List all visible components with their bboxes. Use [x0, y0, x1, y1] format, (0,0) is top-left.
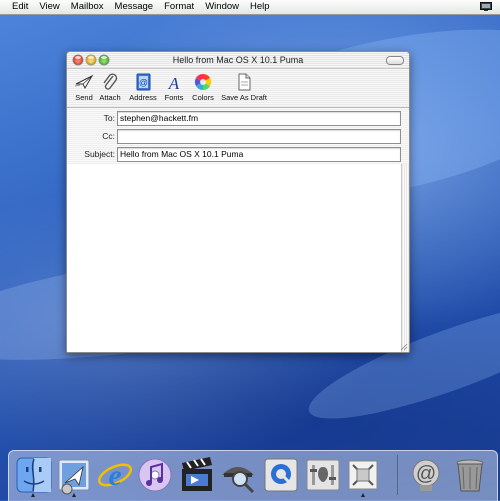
save-as-draft-label: Save As Draft [221, 93, 267, 102]
close-button[interactable] [73, 55, 83, 65]
fonts-button[interactable]: A Fonts [163, 72, 185, 102]
internet-explorer-dock-item[interactable]: e [95, 455, 135, 495]
attach-label: Attach [99, 93, 121, 102]
display-icon[interactable] [480, 2, 492, 11]
send-label: Send [75, 93, 93, 102]
save-as-draft-button[interactable]: Save As Draft [220, 72, 268, 102]
mail-dock-item[interactable] [55, 455, 95, 495]
url-at-icon: @ [412, 459, 440, 491]
menu-window[interactable]: Window [200, 0, 245, 14]
quicktime-icon [264, 458, 298, 492]
address-book-icon: @ [136, 73, 151, 91]
app-running-indicator [361, 493, 365, 497]
attach-button[interactable]: Attach [97, 72, 123, 102]
subject-field[interactable]: Hello from Mac OS X 10.1 Puma [117, 147, 401, 162]
document-icon [238, 73, 251, 91]
colors-button[interactable]: Colors [190, 72, 216, 102]
window-titlebar[interactable]: Hello from Mac OS X 10.1 Puma [67, 52, 409, 69]
zoom-button[interactable] [99, 55, 109, 65]
fonts-label: Fonts [164, 93, 184, 102]
vertical-scrollbar[interactable] [401, 164, 409, 352]
trash-icon [456, 459, 484, 492]
menu-edit[interactable]: Edit [0, 0, 34, 14]
menu-message[interactable]: Message [109, 0, 159, 14]
menu-help[interactable]: Help [245, 0, 276, 14]
menu-view[interactable]: View [34, 0, 65, 14]
to-row: To: stephen@hackett.fm [67, 110, 409, 127]
finder-running-indicator [31, 493, 35, 497]
compose-window: Hello from Mac OS X 10.1 Puma Send Attac… [66, 51, 410, 353]
system-preferences-icon [306, 459, 340, 491]
colors-label: Colors [192, 93, 214, 102]
to-field[interactable]: stephen@hackett.fm [117, 111, 401, 126]
svg-text:@: @ [416, 463, 436, 485]
color-wheel-icon [194, 73, 212, 91]
mail-icon [58, 459, 90, 495]
compose-toolbar: Send Attach @ Address A Fonts Colors Sav… [67, 69, 409, 108]
subject-row: Subject: Hello from Mac OS X 10.1 Puma [67, 146, 409, 163]
message-headers: To: stephen@hackett.fm Cc: Subject: Hell… [67, 108, 409, 166]
app-icon [348, 460, 378, 490]
finder-dock-item[interactable] [14, 455, 54, 495]
trash-dock-item[interactable] [450, 455, 490, 495]
address-button[interactable]: @ Address [127, 72, 159, 102]
imovie-icon [182, 457, 212, 491]
finder-icon [16, 457, 52, 493]
quicktime-dock-item[interactable] [261, 455, 301, 495]
itunes-icon [138, 458, 172, 492]
resize-grip-icon[interactable] [400, 343, 408, 351]
to-label: To: [103, 113, 115, 123]
url-at-dock-item[interactable]: @ [406, 455, 446, 495]
menu-bar: Edit View Mailbox Message Format Window … [0, 0, 500, 15]
menu-format[interactable]: Format [159, 0, 200, 14]
svg-text:A: A [168, 74, 180, 92]
cc-label: Cc: [102, 131, 115, 141]
window-title: Hello from Mac OS X 10.1 Puma [172, 55, 304, 65]
cc-row: Cc: [67, 128, 409, 145]
app-dock-item[interactable] [343, 455, 383, 495]
paperclip-icon [103, 73, 118, 90]
sherlock-icon [222, 467, 255, 494]
dock-separator [397, 455, 398, 495]
system-preferences-dock-item[interactable] [303, 455, 343, 495]
fonts-icon: A [168, 74, 180, 92]
send-button[interactable]: Send [72, 72, 96, 102]
mail-running-indicator [72, 493, 76, 497]
message-body[interactable] [67, 164, 402, 352]
sherlock-dock-item[interactable] [218, 455, 258, 495]
internet-explorer-icon: e [97, 459, 133, 492]
send-icon [74, 74, 94, 90]
cc-field[interactable] [117, 129, 401, 144]
imovie-dock-item[interactable] [177, 455, 217, 495]
toolbar-toggle-button[interactable] [386, 56, 404, 65]
subject-label: Subject: [84, 149, 115, 159]
minimize-button[interactable] [86, 55, 96, 65]
svg-text:e: e [108, 459, 121, 492]
menu-mailbox[interactable]: Mailbox [65, 0, 109, 14]
itunes-dock-item[interactable] [135, 455, 175, 495]
address-label: Address [129, 93, 157, 102]
svg-text:@: @ [139, 78, 148, 88]
